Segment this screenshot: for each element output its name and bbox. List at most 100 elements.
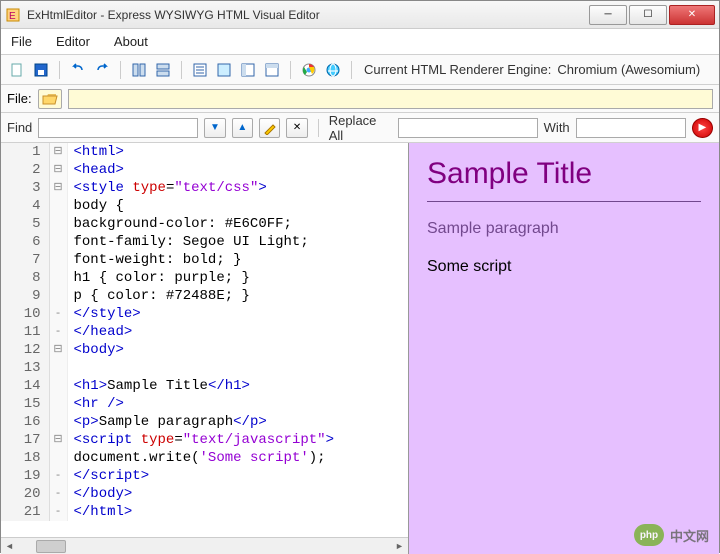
fold-toggle[interactable] [49, 287, 67, 305]
code-line[interactable]: 5background-color: #E6C0FF; [1, 215, 408, 233]
preview-script-output: Some script [427, 258, 701, 276]
code-line[interactable]: 4body { [1, 197, 408, 215]
code-content[interactable]: </head> [67, 323, 408, 341]
code-content[interactable]: </html> [67, 503, 408, 521]
code-line[interactable]: 17⊟<script type="text/javascript"> [1, 431, 408, 449]
find-prev-button[interactable]: ▲ [232, 118, 253, 138]
menu-editor[interactable]: Editor [56, 34, 90, 49]
fold-toggle[interactable] [49, 197, 67, 215]
code-line[interactable]: 8h1 { color: purple; } [1, 269, 408, 287]
code-content[interactable]: <html> [67, 143, 408, 161]
highlight-button[interactable] [259, 118, 280, 138]
code-content[interactable]: </script> [67, 467, 408, 485]
split-horizontal-icon[interactable] [153, 60, 173, 80]
file-path-input[interactable] [68, 89, 713, 109]
fold-toggle[interactable] [49, 215, 67, 233]
horizontal-scrollbar[interactable]: ◄ ► [1, 537, 408, 554]
fold-toggle[interactable]: ⊟ [49, 179, 67, 197]
code-line[interactable]: 14<h1>Sample Title</h1> [1, 377, 408, 395]
menu-about[interactable]: About [114, 34, 148, 49]
code-content[interactable]: p { color: #72488E; } [67, 287, 408, 305]
code-line[interactable]: 7font-weight: bold; } [1, 251, 408, 269]
fold-toggle[interactable]: - [49, 467, 67, 485]
code-content[interactable]: </body> [67, 485, 408, 503]
code-line[interactable]: 10-</style> [1, 305, 408, 323]
fold-toggle[interactable]: - [49, 485, 67, 503]
layout4-icon[interactable] [262, 60, 282, 80]
fold-toggle[interactable] [49, 233, 67, 251]
scrollbar-thumb[interactable] [36, 540, 66, 553]
code-line[interactable]: 11-</head> [1, 323, 408, 341]
fold-toggle[interactable] [49, 377, 67, 395]
fold-toggle[interactable]: - [49, 503, 67, 521]
code-line[interactable]: 20-</body> [1, 485, 408, 503]
layout3-icon[interactable] [238, 60, 258, 80]
code-editor[interactable]: 1⊟<html>2⊟<head>3⊟<style type="text/css"… [1, 143, 408, 537]
scroll-right-icon[interactable]: ► [391, 538, 408, 554]
new-file-icon[interactable] [7, 60, 27, 80]
find-replace-bar: Find ▼ ▲ ✕ Replace All With ▶ [1, 113, 719, 143]
code-line[interactable]: 19-</script> [1, 467, 408, 485]
chrome-icon[interactable] [299, 60, 319, 80]
menu-file[interactable]: File [11, 34, 32, 49]
code-content[interactable]: <h1>Sample Title</h1> [67, 377, 408, 395]
code-content[interactable]: </style> [67, 305, 408, 323]
code-content[interactable]: background-color: #E6C0FF; [67, 215, 408, 233]
fold-toggle[interactable]: - [49, 323, 67, 341]
fold-toggle[interactable] [49, 359, 67, 377]
code-content[interactable]: <p>Sample paragraph</p> [67, 413, 408, 431]
fold-toggle[interactable]: ⊟ [49, 431, 67, 449]
clear-button[interactable]: ✕ [286, 118, 307, 138]
redo-icon[interactable] [92, 60, 112, 80]
minimize-button[interactable]: ─ [589, 5, 627, 25]
code-line[interactable]: 6font-family: Segoe UI Light; [1, 233, 408, 251]
fold-toggle[interactable]: ⊟ [49, 161, 67, 179]
fold-toggle[interactable]: ⊟ [49, 341, 67, 359]
fold-toggle[interactable] [49, 251, 67, 269]
find-next-button[interactable]: ▼ [204, 118, 225, 138]
find-input[interactable] [38, 118, 198, 138]
code-content[interactable]: document.write('Some script'); [67, 449, 408, 467]
code-line[interactable]: 12⊟<body> [1, 341, 408, 359]
code-content[interactable]: font-weight: bold; } [67, 251, 408, 269]
undo-icon[interactable] [68, 60, 88, 80]
layout1-icon[interactable] [190, 60, 210, 80]
code-content[interactable]: <head> [67, 161, 408, 179]
maximize-button[interactable]: ☐ [629, 5, 667, 25]
code-content[interactable]: <style type="text/css"> [67, 179, 408, 197]
code-line[interactable]: 15<hr /> [1, 395, 408, 413]
code-content[interactable]: <hr /> [67, 395, 408, 413]
renderer-label: Current HTML Renderer Engine: [364, 62, 551, 77]
split-vertical-icon[interactable] [129, 60, 149, 80]
code-line[interactable]: 3⊟<style type="text/css"> [1, 179, 408, 197]
fold-toggle[interactable] [49, 269, 67, 287]
fold-toggle[interactable] [49, 395, 67, 413]
code-line[interactable]: 18document.write('Some script'); [1, 449, 408, 467]
with-input[interactable] [576, 118, 686, 138]
code-content[interactable]: <script type="text/javascript"> [67, 431, 408, 449]
code-content[interactable] [67, 359, 408, 377]
code-line[interactable]: 9p { color: #72488E; } [1, 287, 408, 305]
code-line[interactable]: 16<p>Sample paragraph</p> [1, 413, 408, 431]
layout2-icon[interactable] [214, 60, 234, 80]
code-line[interactable]: 1⊟<html> [1, 143, 408, 161]
replace-input[interactable] [398, 118, 538, 138]
fold-toggle[interactable]: ⊟ [49, 143, 67, 161]
fold-toggle[interactable] [49, 449, 67, 467]
close-button[interactable]: ✕ [669, 5, 715, 25]
fold-toggle[interactable]: - [49, 305, 67, 323]
fold-toggle[interactable] [49, 413, 67, 431]
code-content[interactable]: <body> [67, 341, 408, 359]
save-icon[interactable] [31, 60, 51, 80]
code-content[interactable]: h1 { color: purple; } [67, 269, 408, 287]
code-line[interactable]: 13 [1, 359, 408, 377]
scroll-left-icon[interactable]: ◄ [1, 538, 18, 554]
replace-go-button[interactable]: ▶ [692, 118, 713, 138]
with-label: With [544, 120, 570, 135]
code-line[interactable]: 21-</html> [1, 503, 408, 521]
code-content[interactable]: font-family: Segoe UI Light; [67, 233, 408, 251]
open-file-button[interactable] [38, 89, 62, 109]
code-line[interactable]: 2⊟<head> [1, 161, 408, 179]
code-content[interactable]: body { [67, 197, 408, 215]
ie-icon[interactable] [323, 60, 343, 80]
